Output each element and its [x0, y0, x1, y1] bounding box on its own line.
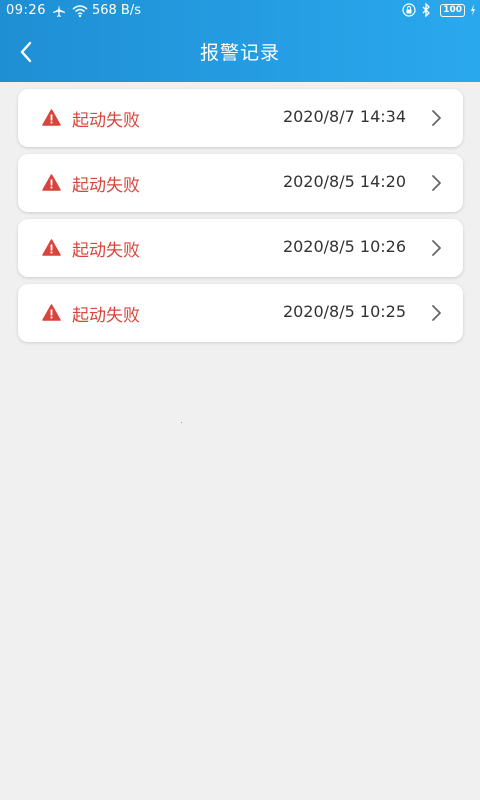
alarm-time: 2020/8/5 10:25 — [282, 302, 406, 321]
status-left: 09:26 568 B/s — [6, 3, 141, 18]
warning-icon — [42, 239, 61, 256]
alarm-item[interactable]: 起动失败 2020/8/5 10:25 — [18, 284, 463, 342]
alarm-item[interactable]: 起动失败 2020/8/5 10:26 — [18, 219, 463, 277]
alarm-list: 起动失败 2020/8/7 14:34 起动失败 2020/8/5 14:20 … — [18, 89, 463, 349]
status-time: 09:26 — [6, 3, 46, 18]
status-bar: 09:26 568 B/s 100 — [0, 0, 480, 22]
battery-icon: 100 — [440, 3, 465, 17]
alarm-status: 起动失败 — [72, 176, 140, 196]
alarm-status: 起动失败 — [72, 111, 140, 131]
alarm-time: 2020/8/7 14:34 — [282, 107, 406, 126]
alarm-time: 2020/8/5 10:26 — [282, 237, 406, 256]
alarm-item[interactable]: 起动失败 2020/8/5 14:20 — [18, 154, 463, 212]
alarm-status: 起动失败 — [72, 306, 140, 326]
warning-icon — [42, 109, 61, 126]
nav-bar: 报警记录 — [0, 22, 480, 82]
net-speed: 568 B/s — [91, 3, 141, 18]
chevron-right-icon — [432, 110, 441, 126]
app-header: 09:26 568 B/s 100 报警记录 — [0, 0, 480, 82]
chevron-right-icon — [432, 175, 441, 191]
page-title: 报警记录 — [199, 42, 280, 64]
bluetooth-icon — [421, 2, 435, 18]
lock-icon — [402, 3, 416, 17]
airplane-icon — [52, 4, 66, 18]
alarm-time: 2020/8/5 14:20 — [282, 172, 406, 191]
warning-icon — [42, 174, 61, 191]
status-right: 100 — [402, 2, 476, 18]
alarm-status: 起动失败 — [72, 241, 140, 261]
alarm-item[interactable]: 起动失败 2020/8/7 14:34 — [18, 89, 463, 147]
stray-dot — [181, 422, 182, 423]
chevron-right-icon — [432, 305, 441, 321]
warning-icon — [42, 304, 61, 321]
charging-icon — [470, 3, 476, 17]
wifi-icon — [72, 4, 88, 18]
chevron-right-icon — [432, 240, 441, 256]
